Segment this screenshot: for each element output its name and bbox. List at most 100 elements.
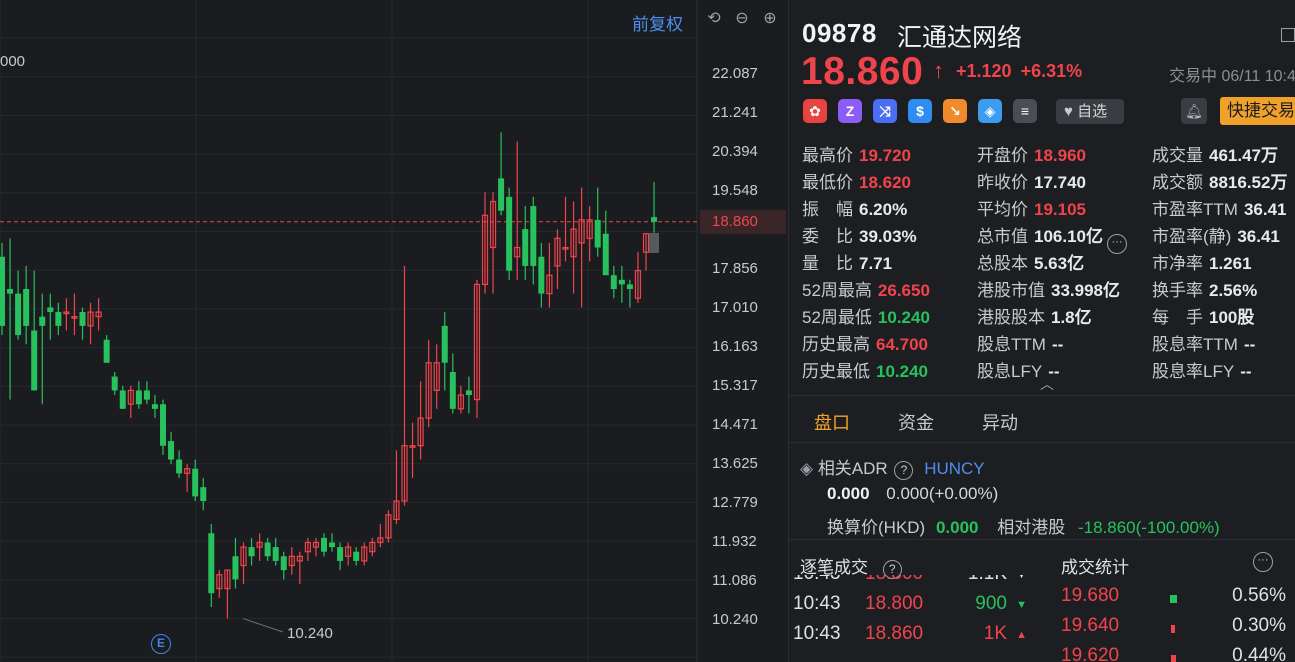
divider <box>789 395 1295 396</box>
trade-volume: 900 <box>975 593 1007 614</box>
zoom-in-icon[interactable]: ⊕ <box>760 9 780 29</box>
z-icon[interactable]: Z <box>838 99 862 123</box>
candle-body <box>594 219 601 248</box>
y-tick-label: 19.548 <box>712 182 758 199</box>
more-options-icon[interactable]: ··· <box>1253 552 1273 572</box>
candlestick-chart[interactable]: 22.087 21.241 20.394 19.548 17.856 17.010 16.1… <box>0 0 788 662</box>
trading-status: 交易中 06/11 10:4 <box>1169 68 1295 85</box>
stat-key: 港股股本 <box>977 308 1045 327</box>
stat-value: 10.240 <box>876 362 928 381</box>
adr-conversion-row: 换算价(HKD) 0.000 相对港股 -18.860(-100.00%) <box>827 513 1220 538</box>
adr-row: ◈ 相关ADR ? HUNCY <box>800 454 985 480</box>
quote-panel: 09878 汇通达网络 18.860 ↑ +1.120 +6.31% 交易中 0… <box>788 0 1295 662</box>
stat-item: 成交额 8816.52万 <box>1152 168 1287 193</box>
relative-label: 相对港股 <box>997 518 1066 537</box>
chart-background <box>0 0 788 662</box>
y-tick-label: 12.779 <box>712 494 758 511</box>
stat-item: 历史最高 64.700 <box>802 330 928 355</box>
change-value: +1.120 <box>956 61 1012 81</box>
hk-flag-icon[interactable]: ✿ <box>803 99 827 123</box>
candle-body <box>31 330 38 391</box>
stat-item: 股息率TTM -- <box>1152 330 1255 355</box>
stat-item: 平均价 19.105 <box>977 195 1086 220</box>
more-icon[interactable]: ··· <box>1107 234 1127 254</box>
stat-item: 最高价 19.720 <box>802 141 911 166</box>
stat-item: 每 手 100股 <box>1152 303 1254 328</box>
adjust-mode-button[interactable]: 前复权 <box>632 10 683 35</box>
deal-stat-row: 19.680 0.56% <box>1059 585 1295 615</box>
deal-percent: 0.30% <box>1232 615 1286 636</box>
candle-body <box>618 279 625 285</box>
collapse-chevron-icon[interactable]: ︿ <box>1040 374 1054 394</box>
stat-key: 最低价 <box>802 173 853 192</box>
candle-body <box>0 256 5 326</box>
tag-icon[interactable]: ◈ <box>978 99 1002 123</box>
stat-value: 26.650 <box>877 281 930 300</box>
event-marker-icon[interactable]: E <box>151 634 171 654</box>
divider <box>789 442 1295 443</box>
candle-body <box>651 217 658 222</box>
feature-badges: ✿ Z ⤨ $ ↘ ◈ ≡ <box>803 99 1037 123</box>
stat-item: 港股股本 1.8亿 <box>977 303 1092 328</box>
current-price-tag: 18.860 <box>700 210 786 234</box>
deal-stat-row: 19.620 0.44% <box>1059 645 1295 662</box>
layers-icon: ◈ <box>800 459 814 478</box>
stat-value: -- <box>1051 335 1064 354</box>
candle-body <box>280 556 287 571</box>
window-toggle-icon[interactable] <box>1281 28 1295 42</box>
quick-trade-button[interactable]: 快捷交易 <box>1220 97 1295 125</box>
adr-symbol-link[interactable]: HUNCY <box>924 459 984 478</box>
stat-key: 最高价 <box>802 146 853 165</box>
stat-value: -- <box>1240 362 1252 381</box>
candle-body <box>626 284 633 290</box>
zoom-out-icon[interactable]: ⊖ <box>732 9 752 29</box>
bell-icon[interactable]: 🔔︎ <box>1181 98 1207 124</box>
dollar-icon[interactable]: $ <box>908 99 932 123</box>
stat-item: 市盈率TTM 36.41 <box>1152 195 1286 220</box>
stat-key: 股息LFY <box>977 362 1043 381</box>
trade-time: 10:43 <box>793 575 841 585</box>
candle-body <box>192 468 199 497</box>
kline-chart-pane[interactable]: 22.087 21.241 20.394 19.548 17.856 17.010 16.1… <box>0 0 788 662</box>
trades-list[interactable]: 10:43 18.800 1.1K ▼ 10:43 18.800 900 ▼ 10:43 18.8… <box>793 575 1033 662</box>
candle-body <box>449 371 456 409</box>
stat-key: 历史最低 <box>802 362 870 381</box>
stat-item: 股息率LFY -- <box>1152 357 1252 382</box>
stat-key: 历史最高 <box>802 335 870 354</box>
stat-value: 39.03% <box>859 227 917 246</box>
heart-icon: ♥ <box>1064 103 1073 120</box>
tab-item[interactable]: 资金 <box>898 409 934 435</box>
tab-item[interactable]: 盘口 <box>814 409 850 435</box>
candle-body <box>168 441 175 460</box>
candle-body <box>23 289 30 326</box>
candle-body <box>47 307 54 313</box>
candle-body <box>264 542 271 557</box>
candle-body <box>329 542 336 548</box>
shuffle-icon[interactable]: ⤨ <box>873 99 897 123</box>
y-tick-label: 21.241 <box>712 104 758 121</box>
top-left-label: 000 <box>0 53 26 70</box>
candle-body <box>119 390 126 409</box>
low-price-marker: 10.240 <box>287 625 333 642</box>
candle-body <box>272 547 279 561</box>
add-watchlist-button[interactable]: ♥ 自选 <box>1056 99 1124 124</box>
doc-icon[interactable]: ≡ <box>1013 99 1037 123</box>
trend-icon[interactable]: ↘ <box>943 99 967 123</box>
candle-body <box>321 537 327 552</box>
stat-key: 开盘价 <box>977 146 1028 165</box>
stat-item: 委 比 39.03% <box>802 222 917 247</box>
stat-value: 5.63亿 <box>1034 254 1085 273</box>
stat-value: 1.8亿 <box>1051 308 1092 327</box>
stat-item: 开盘价 18.960 <box>977 141 1086 166</box>
stat-value: 6.20% <box>859 200 908 219</box>
undo-icon[interactable]: ⟲ <box>704 9 724 29</box>
tab-item[interactable]: 异动 <box>982 409 1018 435</box>
help-icon[interactable]: ? <box>894 461 914 480</box>
up-arrow-icon: ↑ <box>933 58 944 83</box>
stat-value: -- <box>1243 335 1256 354</box>
deal-stats-list[interactable]: 19.680 0.56% 19.640 0.30% 19.620 0.44% <box>1059 585 1295 662</box>
trade-direction-icon: ▼ <box>1016 599 1027 611</box>
stat-item: 最低价 18.620 <box>802 168 911 193</box>
stat-item: 港股市值 33.998亿 <box>977 276 1120 301</box>
stat-value: 17.740 <box>1034 173 1086 192</box>
